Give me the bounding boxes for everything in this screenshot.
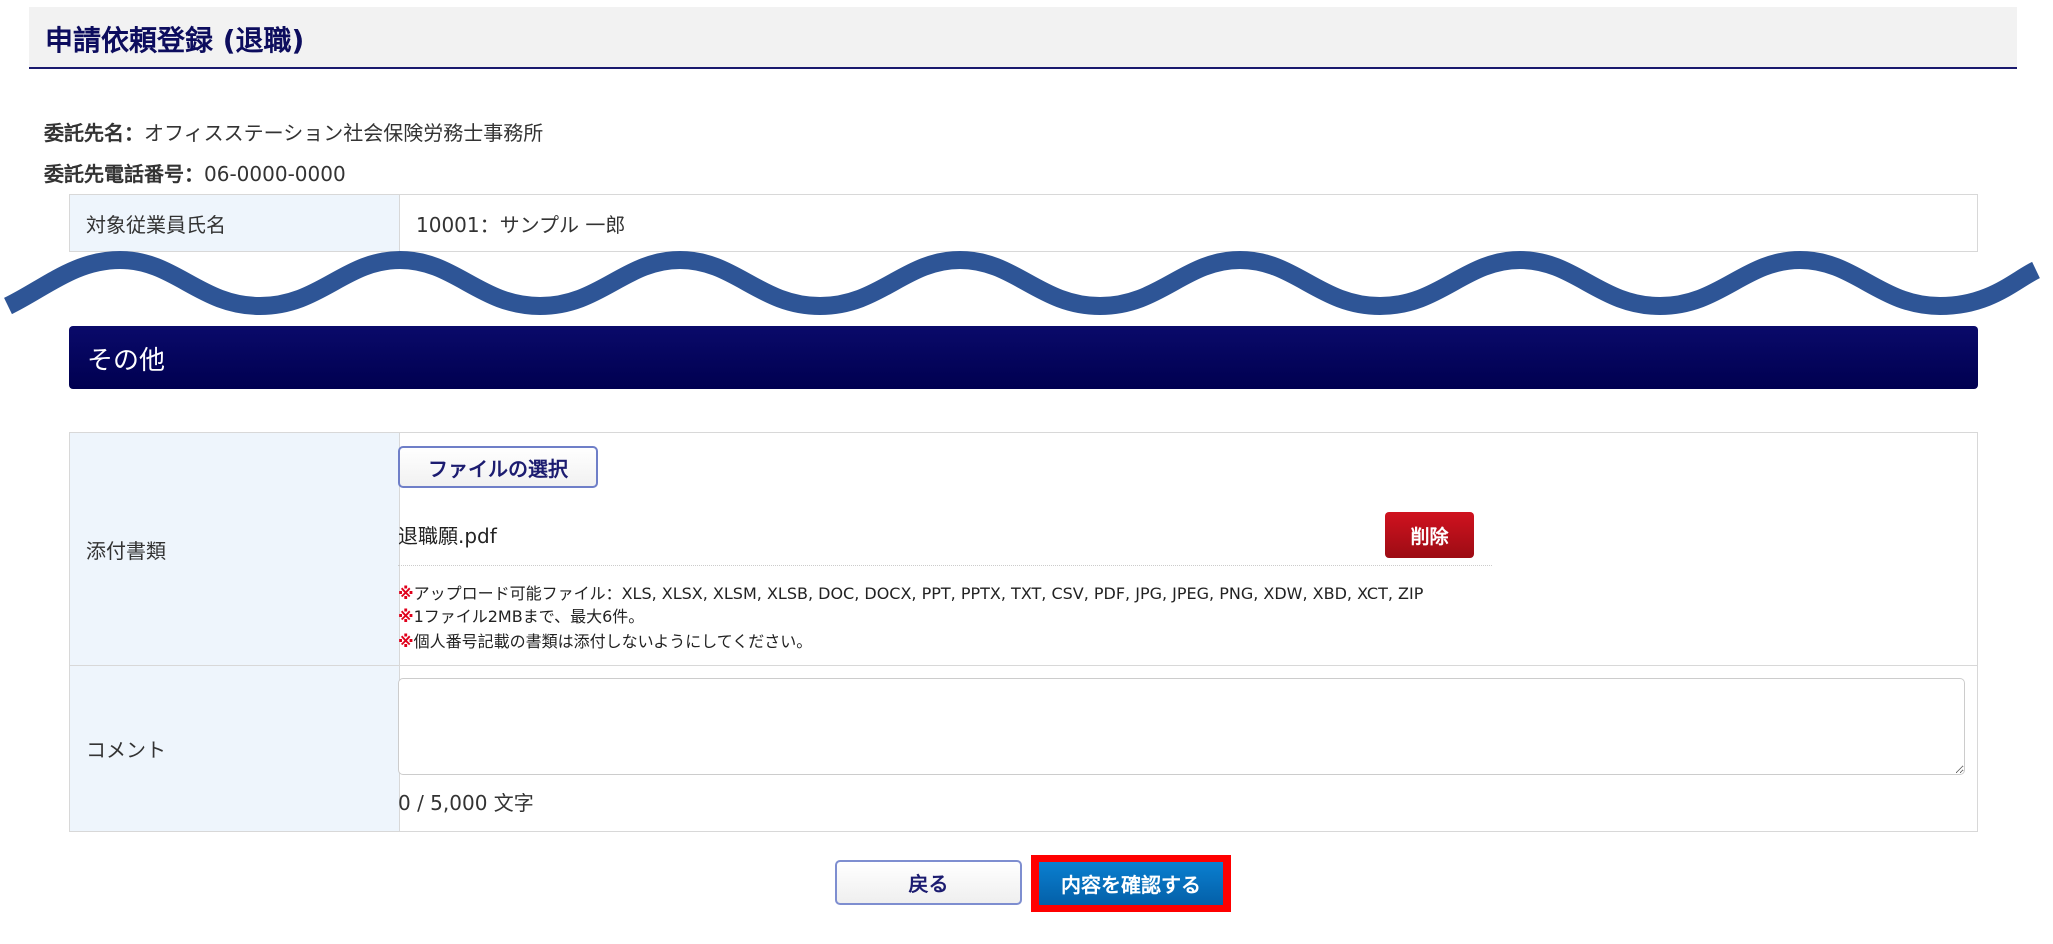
note-personal-number: ※個人番号記載の書類は添付しないようにしてください。 bbox=[398, 628, 812, 652]
page-header: 申請依頼登録 (退職) bbox=[29, 7, 2017, 69]
phone-value: 06-0000-0000 bbox=[204, 162, 346, 186]
attached-file-name: 退職願.pdf bbox=[398, 524, 497, 548]
page-title: 申請依頼登録 (退職) bbox=[45, 24, 305, 57]
employee-table: 対象従業員氏名 10001：サンプル 一郎 bbox=[69, 194, 1978, 252]
phone-label: 委託先電話番号： bbox=[44, 162, 204, 186]
note-mark: ※ bbox=[398, 632, 414, 651]
attachments-label: 添付書類 bbox=[69, 432, 400, 666]
contractor-info: 委託先名：オフィスステーション社会保険労務士事務所 bbox=[44, 117, 543, 146]
note-mark: ※ bbox=[398, 607, 414, 626]
note-size-limit: ※1ファイル2MBまで、最大6件。 bbox=[398, 603, 644, 627]
divider bbox=[398, 565, 1492, 566]
choose-file-button[interactable]: ファイルの選択 bbox=[398, 446, 598, 488]
section-title: その他 bbox=[87, 346, 166, 376]
back-button[interactable]: 戻る bbox=[835, 860, 1022, 905]
note-allowed-types: ※アップロード可能ファイル：XLS, XLSX, XLSM, XLSB, DOC… bbox=[398, 580, 1423, 604]
wave-divider bbox=[3, 250, 2041, 316]
contractor-name: オフィスステーション社会保険労務士事務所 bbox=[144, 121, 544, 145]
section-header-other: その他 bbox=[69, 326, 1978, 389]
note-text: 1ファイル2MBまで、最大6件。 bbox=[413, 607, 645, 626]
employee-value: 10001：サンプル 一郎 bbox=[399, 194, 1978, 252]
delete-file-button[interactable]: 削除 bbox=[1385, 512, 1474, 558]
employee-label: 対象従業員氏名 bbox=[69, 194, 400, 252]
comment-char-counter: 0 / 5,000 文字 bbox=[398, 791, 534, 815]
contractor-phone-info: 委託先電話番号：06-0000-0000 bbox=[44, 158, 346, 187]
contractor-label: 委託先名： bbox=[44, 121, 144, 145]
note-text: アップロード可能ファイル：XLS, XLSX, XLSM, XLSB, DOC,… bbox=[413, 584, 1424, 603]
comment-input[interactable] bbox=[398, 678, 1965, 775]
note-text: 個人番号記載の書類は添付しないようにしてください。 bbox=[413, 632, 813, 651]
note-mark: ※ bbox=[398, 584, 414, 603]
comment-label: コメント bbox=[69, 665, 400, 832]
confirm-button[interactable]: 内容を確認する bbox=[1039, 862, 1223, 905]
